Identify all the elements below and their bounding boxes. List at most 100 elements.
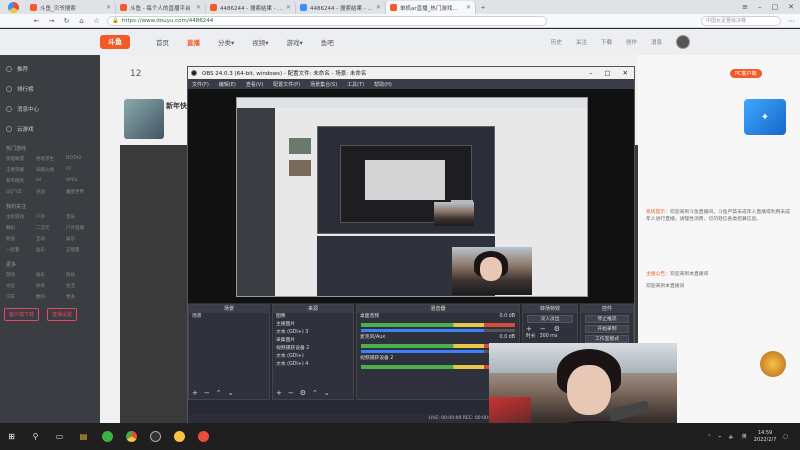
reload-icon[interactable]: ↻ <box>62 17 71 25</box>
category-link[interactable]: 逆战 <box>36 189 64 195</box>
file-explorer-icon[interactable]: ▤ <box>78 431 89 442</box>
remove-icon[interactable]: − <box>288 389 294 397</box>
obs-icon[interactable] <box>150 431 161 442</box>
pc-client-badge[interactable]: PC客户端 <box>730 69 762 78</box>
category-link[interactable]: 穿越火线 <box>36 167 64 173</box>
create-link[interactable]: 创作 <box>626 38 637 46</box>
obs-preview[interactable] <box>188 89 634 303</box>
category-link[interactable]: 文化 <box>6 283 34 289</box>
source-item[interactable]: 文本 (GDI+) 4 <box>273 361 353 369</box>
source-item[interactable]: 文本 (GDI+) 3 <box>273 329 353 337</box>
category-link[interactable]: 主机游戏 <box>6 214 34 220</box>
extensions-icon[interactable]: ⋯ <box>787 17 796 25</box>
settings-icon[interactable]: ⚙ <box>300 389 306 397</box>
settings-icon[interactable]: ⚙ <box>554 325 560 333</box>
search-input[interactable]: 中国女足晋级决赛 <box>701 15 781 26</box>
task-view-icon[interactable]: ▭ <box>54 431 65 442</box>
menu-help[interactable]: 帮助(H) <box>374 81 392 88</box>
add-icon[interactable]: + <box>526 325 532 333</box>
source-item[interactable]: 采集图片 <box>273 337 353 345</box>
gift-icon[interactable] <box>760 351 786 377</box>
menu-view[interactable]: 查看(V) <box>246 81 263 88</box>
browser-tab[interactable]: 4486244 - 搜索结果 - 斗鱼 ✕ <box>206 1 296 14</box>
category-link[interactable]: APEX <box>66 178 94 184</box>
minimize-icon[interactable]: – <box>589 69 592 77</box>
minimize-icon[interactable]: – <box>758 3 762 11</box>
input-language[interactable]: 英 <box>742 433 747 440</box>
menu-profile[interactable]: 配置文件(P) <box>273 81 300 88</box>
nav-games[interactable]: 游戏▾ <box>287 37 303 47</box>
close-icon[interactable]: ✕ <box>788 3 794 11</box>
avatar[interactable] <box>676 35 690 49</box>
category-link[interactable]: 游戏 <box>6 272 34 278</box>
category-link[interactable]: 数码 <box>36 294 64 300</box>
up-icon[interactable]: ⌃ <box>216 389 222 397</box>
category-link[interactable]: 生活 <box>66 283 94 289</box>
category-link[interactable]: 体育 <box>36 283 64 289</box>
category-link[interactable]: 二次元 <box>36 225 64 231</box>
forward-icon[interactable]: → <box>47 17 56 25</box>
menu-scene-collection[interactable]: 场景集合(S) <box>310 81 337 88</box>
category-link[interactable]: 颜值 <box>6 236 34 242</box>
down-icon[interactable]: ⌄ <box>324 389 330 397</box>
menu-edit[interactable]: 编辑(E) <box>219 81 236 88</box>
source-item[interactable]: 主播图片 <box>273 321 353 329</box>
transition-select[interactable]: 淡入淡出 <box>527 315 573 323</box>
category-link[interactable]: 娱乐 <box>36 272 64 278</box>
category-link[interactable]: 互动 <box>36 236 64 242</box>
category-link[interactable]: lol <box>36 178 64 184</box>
menu-tools[interactable]: 工具(T) <box>347 81 364 88</box>
follow-link[interactable]: 关注 <box>576 38 587 46</box>
scene-item[interactable]: 场景 <box>189 313 269 321</box>
messages-link[interactable]: 消息 <box>651 38 662 46</box>
nav-category[interactable]: 分类▾ <box>218 37 234 47</box>
browser-tab[interactable]: 斗鱼 - 每个人的直播平台 ✕ <box>116 1 206 14</box>
nav-home[interactable]: 首页 <box>156 37 169 47</box>
nav-live[interactable]: 直播 <box>187 37 200 47</box>
remove-icon[interactable]: − <box>540 325 546 333</box>
studio-mode-button[interactable]: 工作室模式 <box>585 335 629 343</box>
category-link[interactable]: 舞蹈 <box>6 225 34 231</box>
maximize-icon[interactable]: □ <box>604 69 610 77</box>
streamer-avatar[interactable] <box>124 99 164 139</box>
app-icon[interactable] <box>174 431 185 442</box>
tab-close-icon[interactable]: ✕ <box>286 4 291 11</box>
bookmark-star-icon[interactable]: ☆ <box>92 17 101 25</box>
category-link[interactable]: 户外直播 <box>66 225 94 231</box>
tab-close-icon[interactable]: ✕ <box>376 4 381 11</box>
add-icon[interactable]: + <box>192 389 198 397</box>
start-recording-button[interactable]: 开始录制 <box>585 325 629 333</box>
tray-expand-icon[interactable]: ⌃ <box>707 434 711 440</box>
category-link[interactable]: 一起看 <box>6 247 34 253</box>
nav-fishbar[interactable]: 鱼吧 <box>321 37 334 47</box>
category-link[interactable]: 科技 <box>66 272 94 278</box>
category-link[interactable]: 更多 <box>66 294 94 300</box>
category-link[interactable]: QQ飞车 <box>6 189 34 195</box>
browser-logo-icon[interactable] <box>0 0 26 14</box>
volume-icon[interactable]: 🔈 <box>729 434 735 440</box>
history-link[interactable]: 历史 <box>551 38 562 46</box>
netease-music-icon[interactable] <box>198 431 209 442</box>
tab-close-icon[interactable]: ✕ <box>106 4 111 11</box>
source-item[interactable]: 图像 <box>273 313 353 321</box>
back-icon[interactable]: ← <box>32 17 41 25</box>
tab-close-icon[interactable]: ✕ <box>196 4 201 11</box>
douyu-logo[interactable]: 斗鱼 <box>100 35 130 49</box>
nav-video[interactable]: 视频▾ <box>252 37 268 47</box>
category-link[interactable]: 绝地求生 <box>36 156 64 162</box>
down-icon[interactable]: ⌄ <box>228 389 234 397</box>
category-link[interactable]: 娱乐 <box>66 236 94 242</box>
browser-tab[interactable]: 斗鱼_贝爷搜索 ✕ <box>26 1 116 14</box>
stop-streaming-button[interactable]: 停止推流 <box>585 315 629 323</box>
sidebar-item-messages[interactable]: 消息中心 <box>0 99 100 119</box>
new-tab-button[interactable]: + <box>476 1 490 14</box>
menu-file[interactable]: 文件(F) <box>192 81 209 88</box>
tab-close-icon[interactable]: ✕ <box>466 4 471 11</box>
download-link[interactable]: 下载 <box>601 38 612 46</box>
category-link[interactable]: 和平精英 <box>6 178 34 184</box>
category-link[interactable]: 魔兽世界 <box>66 189 94 195</box>
category-link[interactable]: 鱼乐 <box>36 247 64 253</box>
duration-input[interactable]: 300 ms <box>540 333 558 341</box>
up-icon[interactable]: ⌃ <box>312 389 318 397</box>
maximize-icon[interactable]: □ <box>772 3 779 11</box>
